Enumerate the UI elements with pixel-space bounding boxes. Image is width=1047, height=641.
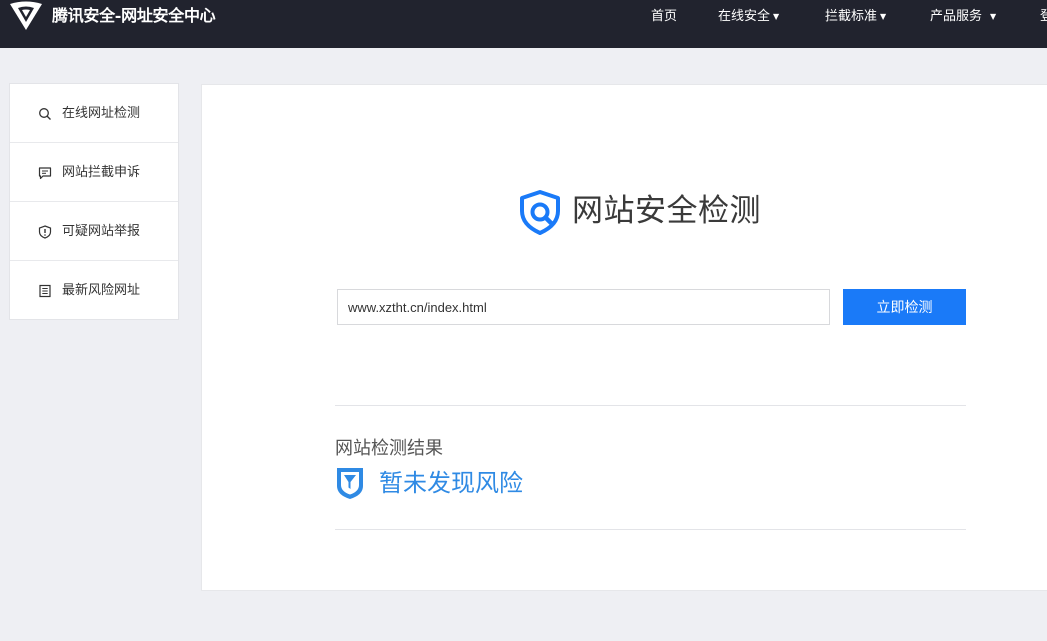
nav-login[interactable]: 登 bbox=[1040, 7, 1047, 27]
sidebar-item-label: 可疑网站举报 bbox=[62, 224, 141, 239]
top-navigation-bar: 腾讯安全-网址安全中心 首页 在线安全 ▼ 拦截标准 ▼ 产品服务 ▼ 登 bbox=[0, 0, 1047, 48]
main-panel: 网站安全检测 立即检测 网站检测结果 暂未发现风险 bbox=[201, 84, 1047, 591]
nav-block-standards[interactable]: 拦截标准 ▼ bbox=[825, 7, 886, 27]
chevron-down-icon: ▼ bbox=[773, 12, 780, 21]
nav-login-label: 登 bbox=[1040, 9, 1047, 24]
sidebar-item-block-appeal[interactable]: 网站拦截申诉 bbox=[10, 143, 178, 202]
nav-products-label: 产品服务 bbox=[930, 9, 983, 24]
sidebar-menu: 在线网址检测 网站拦截申诉 可疑网站举报 最新风险网址 bbox=[9, 83, 179, 320]
page-title: 网站安全检测 bbox=[572, 193, 761, 229]
nav-online-security[interactable]: 在线安全 ▼ bbox=[718, 7, 779, 27]
shield-alert-icon bbox=[38, 225, 52, 239]
sidebar-item-label: 在线网址检测 bbox=[62, 106, 141, 121]
safe-shield-icon bbox=[337, 468, 363, 499]
divider bbox=[335, 405, 966, 406]
result-heading: 网站检测结果 bbox=[335, 438, 443, 459]
document-list-icon bbox=[39, 284, 51, 298]
url-input[interactable] bbox=[337, 289, 830, 325]
sidebar-item-latest-risk-urls[interactable]: 最新风险网址 bbox=[10, 261, 178, 320]
result-status: 暂未发现风险 bbox=[379, 469, 523, 497]
sidebar-item-report-suspicious[interactable]: 可疑网站举报 bbox=[10, 202, 178, 261]
nav-home-label: 首页 bbox=[651, 9, 678, 24]
shield-search-icon bbox=[520, 190, 560, 235]
chevron-down-icon: ▼ bbox=[880, 12, 887, 21]
check-now-button[interactable]: 立即检测 bbox=[843, 289, 966, 325]
nav-online-security-label: 在线安全 bbox=[718, 9, 771, 24]
tencent-security-logo-icon[interactable] bbox=[8, 0, 44, 34]
brand-title[interactable]: 腾讯安全-网址安全中心 bbox=[52, 6, 216, 26]
chat-icon bbox=[38, 167, 52, 180]
sidebar-item-online-url-check[interactable]: 在线网址检测 bbox=[10, 84, 178, 143]
nav-products[interactable]: 产品服务 ▼ bbox=[930, 7, 996, 27]
nav-block-standards-label: 拦截标准 bbox=[825, 9, 878, 24]
nav-home[interactable]: 首页 bbox=[651, 7, 677, 27]
sidebar-item-label: 网站拦截申诉 bbox=[62, 165, 141, 180]
chevron-down-icon: ▼ bbox=[990, 12, 997, 21]
sidebar-item-label: 最新风险网址 bbox=[62, 283, 141, 298]
search-icon bbox=[39, 108, 51, 120]
divider bbox=[335, 529, 966, 530]
